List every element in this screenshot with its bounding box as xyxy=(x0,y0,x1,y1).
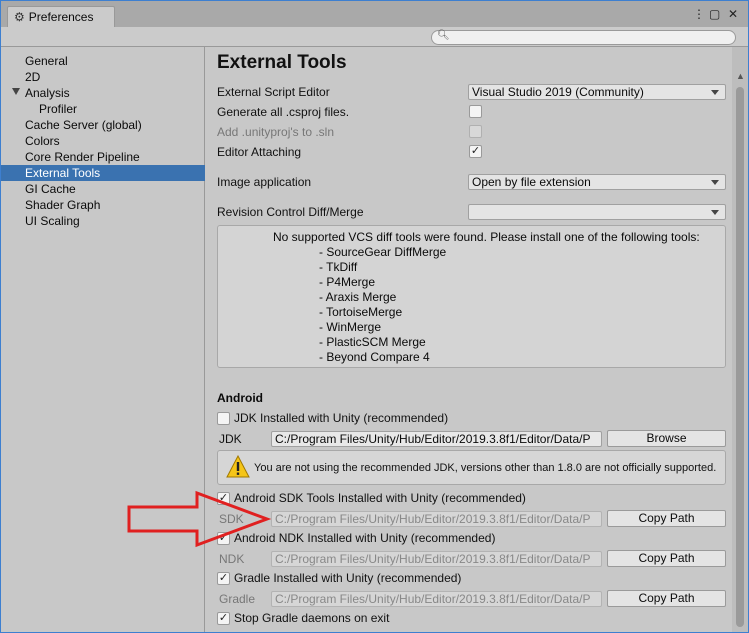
preferences-window: ⚙ Preferences ⋮ ▢ ✕ 🔍︎ General 2D Analys… xyxy=(0,0,749,633)
annotation-arrow-icon xyxy=(127,490,272,548)
